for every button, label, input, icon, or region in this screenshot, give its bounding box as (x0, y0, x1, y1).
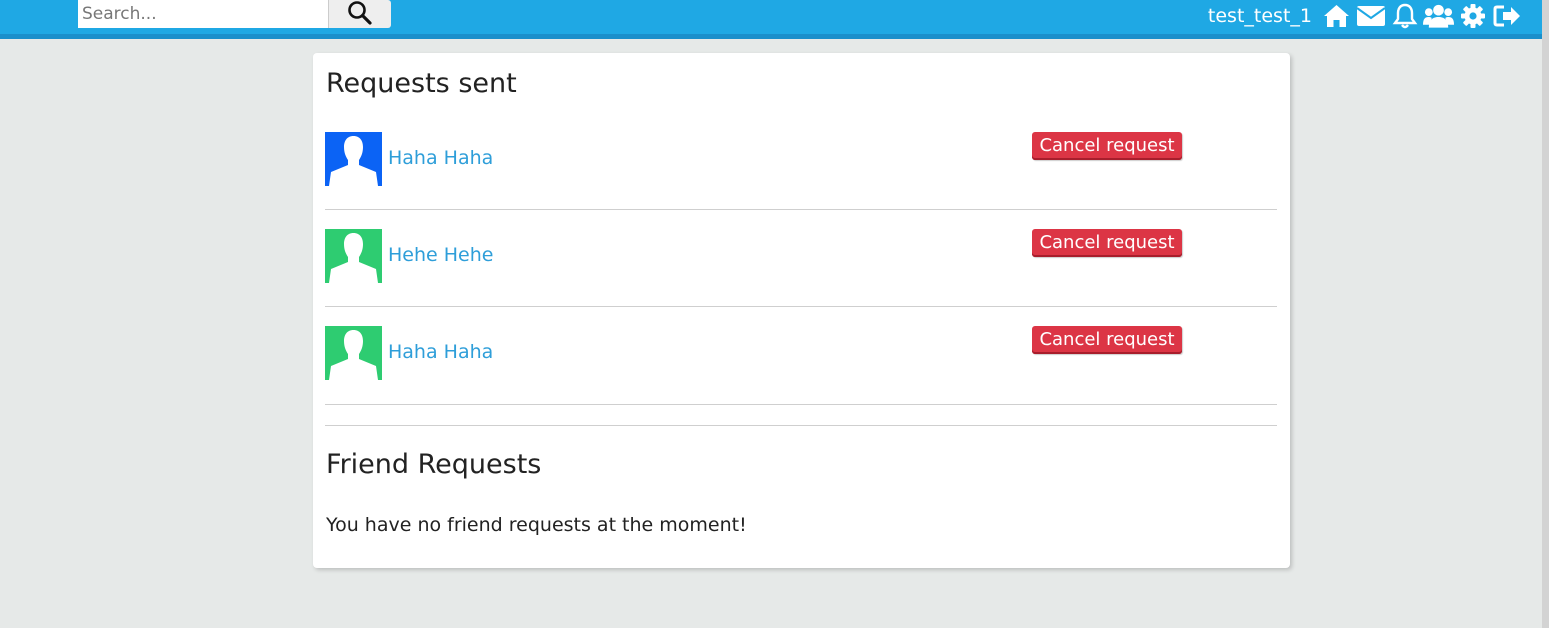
section-divider (325, 425, 1277, 426)
friend-requests-title: Friend Requests (326, 449, 542, 480)
users-icon[interactable] (1423, 2, 1454, 30)
request-row: Haha Haha Cancel request (325, 132, 1277, 210)
request-row: Hehe Hehe Cancel request (325, 229, 1277, 307)
requests-sent-title: Requests sent (326, 68, 517, 99)
user-link[interactable]: Haha Haha (388, 341, 493, 363)
top-navbar: test_test_1 (0, 0, 1542, 39)
user-link[interactable]: Hehe Hehe (388, 244, 493, 266)
avatar[interactable] (325, 132, 382, 186)
avatar[interactable] (325, 326, 382, 380)
home-icon[interactable] (1321, 2, 1352, 30)
search-button[interactable] (328, 0, 391, 28)
search-input[interactable] (78, 0, 328, 28)
search-form (78, 0, 391, 28)
sign-out-icon[interactable] (1491, 2, 1522, 30)
empty-state-message: You have no friend requests at the momen… (326, 514, 747, 536)
nav-actions: test_test_1 (1208, 2, 1522, 30)
user-link[interactable]: Haha Haha (388, 147, 493, 169)
request-row: Haha Haha Cancel request (325, 326, 1277, 405)
avatar[interactable] (325, 229, 382, 283)
search-icon (347, 0, 373, 29)
cancel-request-button[interactable]: Cancel request (1032, 132, 1182, 160)
envelope-icon[interactable] (1355, 2, 1386, 30)
cancel-request-button[interactable]: Cancel request (1032, 326, 1182, 354)
requests-card: Requests sent Haha Haha Cancel request H… (313, 53, 1290, 568)
username[interactable]: test_test_1 (1208, 5, 1312, 27)
cancel-request-button[interactable]: Cancel request (1032, 229, 1182, 257)
gear-icon[interactable] (1457, 2, 1488, 30)
bell-icon[interactable] (1389, 2, 1420, 30)
page-scrollbar[interactable] (1542, 0, 1549, 628)
